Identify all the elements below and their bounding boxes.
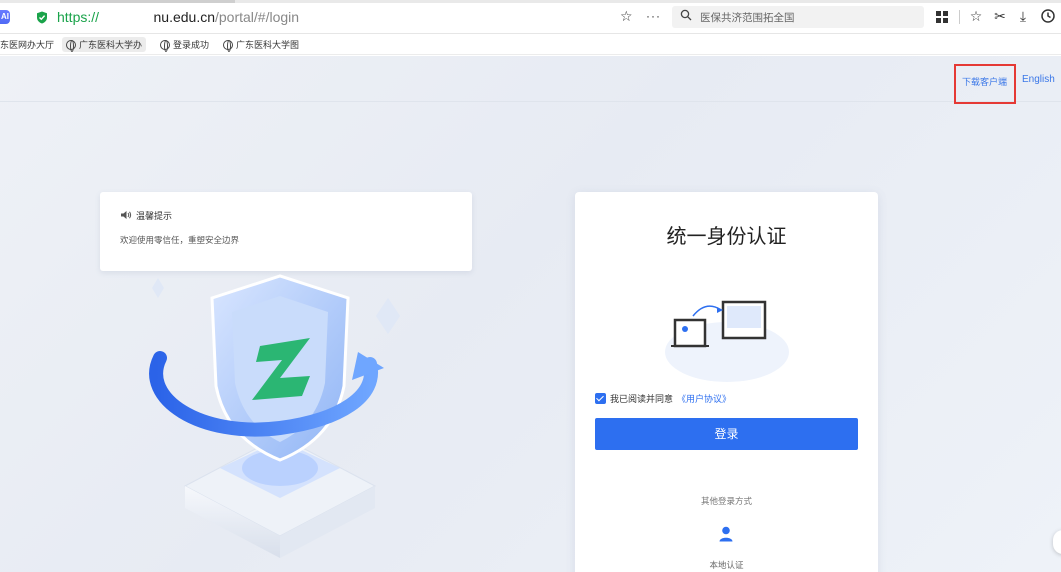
url-scheme: https:// [57,9,100,25]
bookmark-label: 东医网办大厅 [0,40,55,50]
history-clock-icon[interactable] [1040,7,1056,25]
favorites-icon[interactable]: ☆ [968,7,984,25]
bookmark-label: 登录成功 [173,40,210,50]
globe-icon [66,39,76,52]
zero-trust-shield-illustration [149,274,400,558]
browser-toolbar: AI https:// nu.edu.cn/portal/#/login ☆ ·… [0,0,1061,34]
search-input[interactable]: 医保共济范围拓全国 [700,10,795,25]
bookmark-item[interactable]: 登录成功 [160,37,209,52]
bookmark-label: 广东医科大学图 [236,40,300,50]
login-button[interactable]: 登录 [595,418,858,450]
globe-icon [160,39,170,52]
bookmark-item[interactable]: 广东医科大学图 [223,37,299,52]
url-path: /portal/#/login [215,9,300,25]
address-bar[interactable]: https:// nu.edu.cn/portal/#/login [57,9,299,25]
ai-assistant-icon[interactable]: AI [0,10,10,24]
apps-grid-icon[interactable] [934,7,950,25]
english-language-link[interactable]: English [1022,74,1055,85]
speaker-icon [121,211,132,219]
agreement-checkbox[interactable] [595,393,606,404]
header-divider [0,101,1061,102]
notice-title: 温馨提示 [136,211,173,221]
login-page: 下载客户端 English 温馨提示 欢迎使用零信任，重塑安全边界 统一身份认证 [0,56,1061,572]
scissors-icon[interactable]: ✂ [992,7,1008,25]
bookmark-item[interactable]: 东医网办大厅 [0,37,54,52]
download-icon[interactable]: ⤓ [1015,7,1031,25]
toolbar-divider [959,10,960,24]
agreement-row: 我已阅读并同意 《用户协议》 [595,392,731,405]
active-tab[interactable] [60,0,235,3]
notice-panel: 温馨提示 欢迎使用零信任，重塑安全边界 [100,192,472,271]
highlight-annotation-box [954,64,1016,104]
secure-shield-icon[interactable] [36,11,48,24]
more-icon[interactable]: ··· [646,9,661,23]
bookmark-item[interactable]: 广东医科大学办 [62,37,147,52]
login-title: 统一身份认证 [666,226,787,248]
bookmark-star-icon[interactable]: ☆ [620,8,633,25]
floating-help-button[interactable] [1053,530,1061,554]
tab-strip [0,0,1061,3]
client-connection-illustration [665,300,789,382]
url-host: nu.edu.cn [153,9,216,25]
bookmark-label: 广东医科大学办 [79,40,143,50]
search-icon [680,9,692,21]
notice-body: 欢迎使用零信任，重塑安全边界 [120,235,240,245]
local-auth-label[interactable]: 本地认证 [575,559,878,571]
agreement-text: 我已阅读并同意 [610,394,674,404]
login-card: 统一身份认证 我已阅读并同意 《用户协议》 登录 其他登录方式 本地认证 [575,192,878,572]
user-agreement-link[interactable]: 《用户协议》 [677,392,731,405]
bookmarks-bar: 东医网办大厅 广东医科大学办 登录成功 广东医科大学图 共 [0,34,1061,83]
other-login-methods-label: 其他登录方式 [700,496,752,506]
user-icon[interactable] [719,526,733,542]
globe-icon [223,39,233,52]
search-box[interactable]: 医保共济范围拓全国 [672,6,924,28]
